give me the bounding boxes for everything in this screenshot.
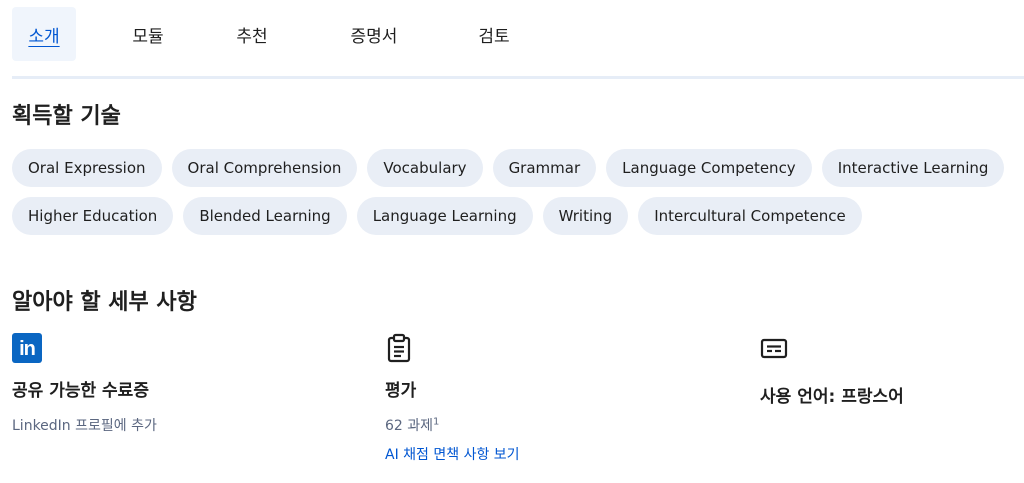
skill-chip[interactable]: Writing — [542, 197, 629, 235]
subtitles-icon — [760, 333, 790, 363]
skill-chip[interactable]: Blended Learning — [183, 197, 347, 235]
skill-chip[interactable]: Grammar — [492, 149, 597, 187]
tab-divider — [12, 76, 1024, 79]
detail-assessment: 평가 62 과제1 AI 채점 면책 사항 보기 — [385, 333, 725, 464]
skill-chip[interactable]: Vocabulary — [367, 149, 483, 187]
tab-recommendations[interactable]: 추천 — [220, 7, 284, 61]
detail-language: 사용 언어: 프랑스어 — [760, 333, 1020, 407]
skill-chip[interactable]: Intercultural Competence — [638, 197, 862, 235]
assessment-title: 평가 — [385, 381, 417, 401]
tab-modules[interactable]: 모듈 — [76, 7, 220, 61]
tab-bar: 소개 모듈 추천 증명서 검토 — [12, 7, 524, 61]
skill-chip[interactable]: Oral Expression — [12, 149, 162, 187]
skill-chip[interactable]: Language Learning — [356, 197, 533, 235]
tab-reviews[interactable]: 검토 — [464, 7, 524, 61]
details-title: 알아야 할 세부 사항 — [12, 290, 197, 315]
detail-certificate: in 공유 가능한 수료증 LinkedIn 프로필에 추가 — [12, 333, 352, 435]
subtitles-icon-svg — [760, 338, 788, 359]
tab-about[interactable]: 소개 — [12, 7, 76, 61]
assessment-count: 62 과제1 — [385, 415, 725, 435]
linkedin-icon: in — [12, 333, 42, 363]
certificate-title: 공유 가능한 수료증 — [12, 381, 149, 401]
skills-title: 획득할 기술 — [12, 104, 121, 129]
clipboard-icon — [385, 333, 415, 363]
skill-chip[interactable]: Interactive Learning — [821, 149, 1005, 187]
tab-certificate[interactable]: 증명서 — [284, 7, 464, 61]
linkedin-logo-text: in — [12, 333, 42, 363]
skill-chip[interactable]: Language Competency — [606, 149, 812, 187]
ai-grading-disclaimer-link[interactable]: AI 채점 면책 사항 보기 — [385, 444, 725, 464]
skill-chip[interactable]: Higher Education — [12, 197, 174, 235]
assessment-count-text: 62 과제 — [385, 418, 434, 434]
certificate-subtitle: LinkedIn 프로필에 추가 — [12, 418, 157, 434]
language-title: 사용 언어: 프랑스어 — [760, 387, 904, 407]
skill-chip[interactable]: Oral Comprehension — [171, 149, 358, 187]
clipboard-icon-svg — [387, 333, 411, 363]
assessment-footnote: 1 — [433, 416, 440, 428]
skills-chip-list: Oral Expression Oral Comprehension Vocab… — [12, 149, 1012, 235]
